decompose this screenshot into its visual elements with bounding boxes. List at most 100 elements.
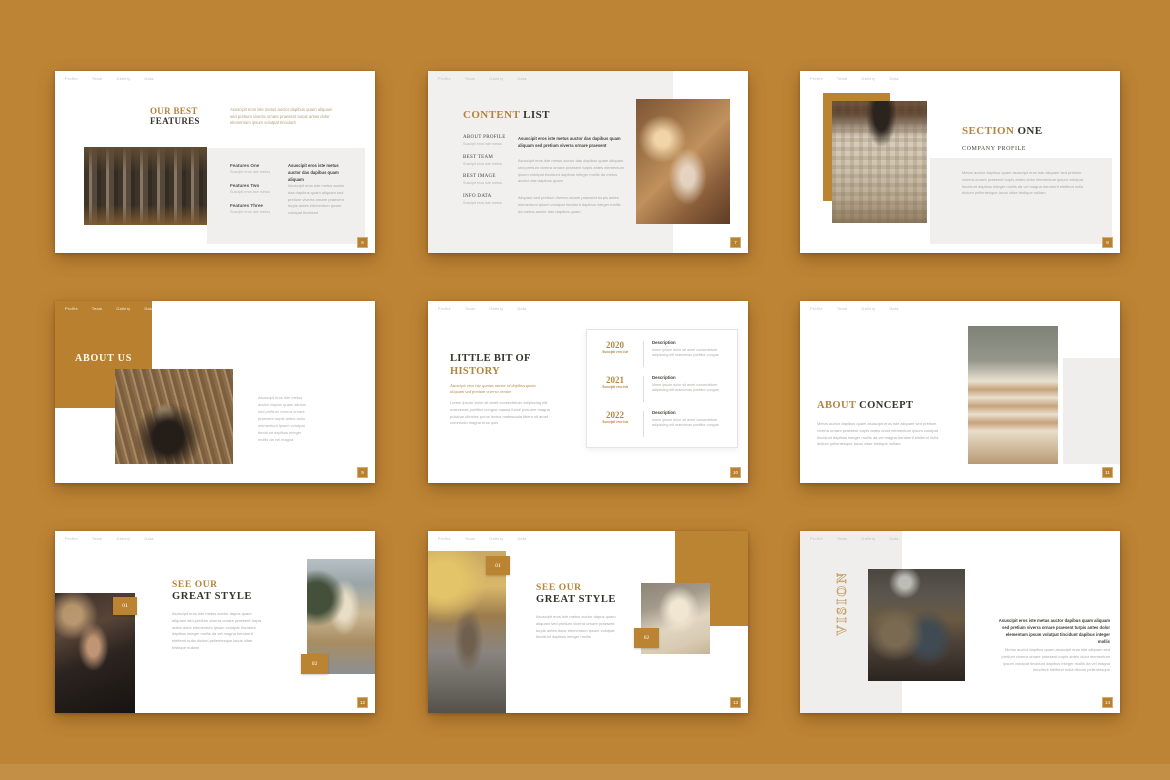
page-number-badge: 13: [730, 697, 741, 708]
body-paragraph: Metus auctor dapibus quam asuscipit eros…: [817, 421, 947, 448]
italic-subtitle: Asuscipit eros iste quntus auctor id dap…: [450, 383, 548, 396]
nav-item-team: Team: [92, 537, 102, 541]
slide-title: ABOUT CONCEPT: [817, 400, 913, 411]
tailor-shop-photo: [868, 569, 965, 681]
nav-item-team: Team: [92, 307, 102, 311]
page-number-badge: 7: [730, 237, 741, 248]
description-heading: Description: [652, 410, 730, 415]
body-paragraph: Asuscipit eros iste metus auctor das dap…: [518, 158, 626, 185]
timeline-year-sub: Asuscipit eros iste: [587, 385, 643, 389]
features-list: Features One Suscipit eros iste metus Fe…: [230, 163, 285, 223]
style-photo-1: [428, 551, 506, 713]
nav-item-team: Team: [837, 307, 847, 311]
title-rest: GREAT STYLE: [536, 594, 616, 607]
mall-fashion-photo: [636, 99, 730, 224]
body-paragraph: Asuscipit eros iste metus auctor dapius …: [258, 394, 312, 443]
lead-paragraph: Asuscipit eros iste metus auctor das dap…: [518, 136, 626, 150]
nav-item-profile: Profile: [810, 537, 823, 541]
description-text: lorem ipsum dolor sit amet consectetuer …: [652, 348, 730, 360]
nav-item-gallery: Gallery: [861, 307, 875, 311]
page-number-badge: 6: [357, 237, 368, 248]
nav-item-gallery: Gallery: [116, 307, 130, 311]
body-paragraph: Lorem ipsum dolor sit amet consectetuer …: [450, 400, 556, 427]
page-number-badge: 9: [357, 467, 368, 478]
slide-nav: Profile Team Gallery Data: [438, 77, 527, 81]
title-accent: OUR BEST: [150, 106, 200, 116]
page-number-badge: 10: [730, 467, 741, 478]
slide-nav: Profile Team Gallery Data: [65, 307, 154, 311]
timeline-description: Description lorem ipsum dolor sit amet c…: [644, 375, 730, 394]
timeline-year-block: 2020 Asuscipit eros iste: [587, 340, 643, 354]
clothes-rack-photo: [84, 147, 207, 225]
slide-title: SEE OUR GREAT STYLE: [536, 583, 616, 607]
list-sub: Suscipit eros iste metus: [463, 201, 515, 205]
description-text: lorem ipsum dolor sit amet consectetuer …: [652, 418, 730, 430]
feature-label: Features One: [230, 163, 285, 168]
slide-title: SEE OUR GREAT STYLE: [172, 580, 252, 604]
page-number-badge: 14: [1102, 697, 1113, 708]
nav-item-gallery: Gallery: [116, 537, 130, 541]
feature-item: Features One Suscipit eros iste metus: [230, 163, 285, 174]
portrait-photo: [115, 369, 233, 464]
list-sub: Suscipit eros iste metus: [463, 162, 515, 166]
feature-item: Features Three Suscipit eros iste metus: [230, 203, 285, 214]
lead-paragraph: Asuscipit eros iste metus auctor das dap…: [288, 163, 352, 184]
slide-nav: Profile Team Gallery Data: [810, 537, 899, 541]
feature-label: Features Two: [230, 183, 285, 188]
nav-item-team: Team: [92, 77, 102, 81]
nav-item-data: Data: [518, 537, 527, 541]
nav-item-data: Data: [890, 307, 899, 311]
title-rest: CONCEPT: [856, 400, 913, 411]
timeline-year: 2022: [587, 410, 643, 420]
body-paragraph: Asuscipit eros iste metus auctor dapus q…: [172, 611, 262, 652]
nav-item-data: Data: [518, 307, 527, 311]
nav-item-gallery: Gallery: [116, 77, 130, 81]
slide-about-concept: Profile Team Gallery Data ABOUT CONCEPT …: [800, 301, 1120, 483]
description-heading: Description: [652, 340, 730, 345]
nav-item-team: Team: [465, 307, 475, 311]
body-paragraph: Metus auctor dapibus quam asuscipit eros…: [962, 170, 1090, 197]
timeline-description: Description lorem ipsum dolor sit amet c…: [644, 410, 730, 429]
content-list: ABOUT PROFILE Suscipit eros iste metus B…: [463, 135, 515, 213]
title-accent: SEE OUR: [536, 583, 616, 594]
nav-item-data: Data: [890, 537, 899, 541]
number-tag-01: 01: [113, 597, 137, 615]
title-accent: CONTENT: [463, 109, 520, 121]
title-rest: ONE: [1014, 125, 1042, 137]
slide-nav: Profile Team Gallery Data: [438, 307, 527, 311]
page-number-badge: 8: [1102, 237, 1113, 248]
timeline-year-block: 2022 Asuscipit eros iste: [587, 410, 643, 424]
number-tag-01: 01: [486, 556, 510, 575]
number-tag-02: 02: [301, 654, 328, 674]
description-heading: Description: [652, 375, 730, 380]
bottom-light-strip: [0, 764, 1170, 780]
nav-item-data: Data: [145, 77, 154, 81]
slide-content-list: Profile Team Gallery Data CONTENT LIST A…: [428, 71, 748, 253]
nav-item-profile: Profile: [810, 77, 823, 81]
number-tag-02: 02: [634, 628, 659, 648]
nav-item-gallery: Gallery: [861, 77, 875, 81]
list-item: BEST IMAGE Suscipit eros iste metus: [463, 174, 515, 185]
list-item: ABOUT PROFILE Suscipit eros iste metus: [463, 135, 515, 146]
list-label: BEST IMAGE: [463, 174, 515, 179]
list-label: BEST TEAM: [463, 155, 515, 160]
feature-sub: Suscipit eros iste metus: [230, 170, 285, 174]
timeline-entry: 2022 Asuscipit eros iste Description lor…: [587, 410, 737, 437]
nav-item-data: Data: [145, 537, 154, 541]
timeline-description: Description lorem ipsum dolor sit amet c…: [644, 340, 730, 359]
nav-item-data: Data: [145, 307, 154, 311]
slide-great-style-2: Profile Team Gallery Data 01 02 SEE OUR …: [428, 531, 748, 713]
nav-item-team: Team: [837, 77, 847, 81]
slide-title: SECTION ONE: [962, 125, 1043, 137]
feature-sub: Suscipit eros iste metus: [230, 190, 285, 194]
slide-great-style-1: Profile Team Gallery Data 01 02 SEE OUR …: [55, 531, 375, 713]
nav-item-data: Data: [518, 77, 527, 81]
nav-item-gallery: Gallery: [489, 307, 503, 311]
slide-about-us: Profile Team Gallery Data ABOUT US Asusc…: [55, 301, 375, 483]
feature-item: Features Two Suscipit eros iste metus: [230, 183, 285, 194]
nav-item-profile: Profile: [438, 307, 451, 311]
timeline-year-sub: Asuscipit eros iste: [587, 350, 643, 354]
title-rest: LIST: [520, 109, 550, 121]
timeline-year-sub: Asuscipit eros iste: [587, 420, 643, 424]
nav-item-gallery: Gallery: [489, 537, 503, 541]
